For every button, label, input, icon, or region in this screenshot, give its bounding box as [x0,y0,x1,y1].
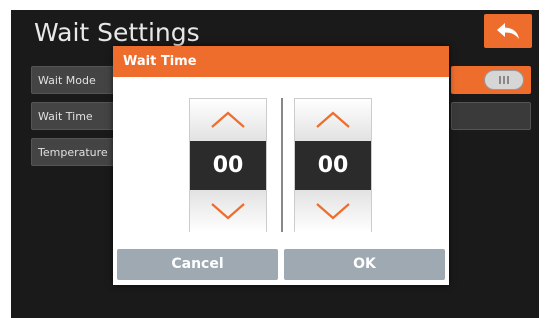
chevron-up-icon [211,111,245,128]
cancel-button[interactable]: Cancel [117,249,278,280]
grip-icon [499,76,509,84]
header: Wait Settings [11,10,539,48]
hours-spinner: 00 [189,98,267,232]
wait-time-field[interactable] [451,102,531,130]
setting-label-temperature[interactable]: Temperature [31,138,117,166]
chevron-down-icon [316,203,350,220]
ok-button[interactable]: OK [284,249,445,280]
minutes-value: 00 [295,141,371,190]
minutes-increment-button[interactable] [295,99,371,141]
hours-increment-button[interactable] [190,99,266,141]
wait-time-dialog: Wait Time 00 00 Cancel OK [113,46,449,285]
hours-value: 00 [190,141,266,190]
minutes-spinner: 00 [294,98,372,232]
setting-label-wait-time[interactable]: Wait Time [31,102,117,130]
hours-decrement-button[interactable] [190,190,266,232]
dialog-title: Wait Time [113,46,449,77]
back-arrow-icon [497,23,519,39]
chevron-up-icon [316,111,350,128]
page-title: Wait Settings [34,18,200,47]
chevron-down-icon [211,203,245,220]
spinner-divider [281,98,283,232]
toggle-knob[interactable] [484,70,524,90]
setting-label-wait-mode[interactable]: Wait Mode [31,66,117,94]
minutes-decrement-button[interactable] [295,190,371,232]
back-button[interactable] [484,14,532,48]
